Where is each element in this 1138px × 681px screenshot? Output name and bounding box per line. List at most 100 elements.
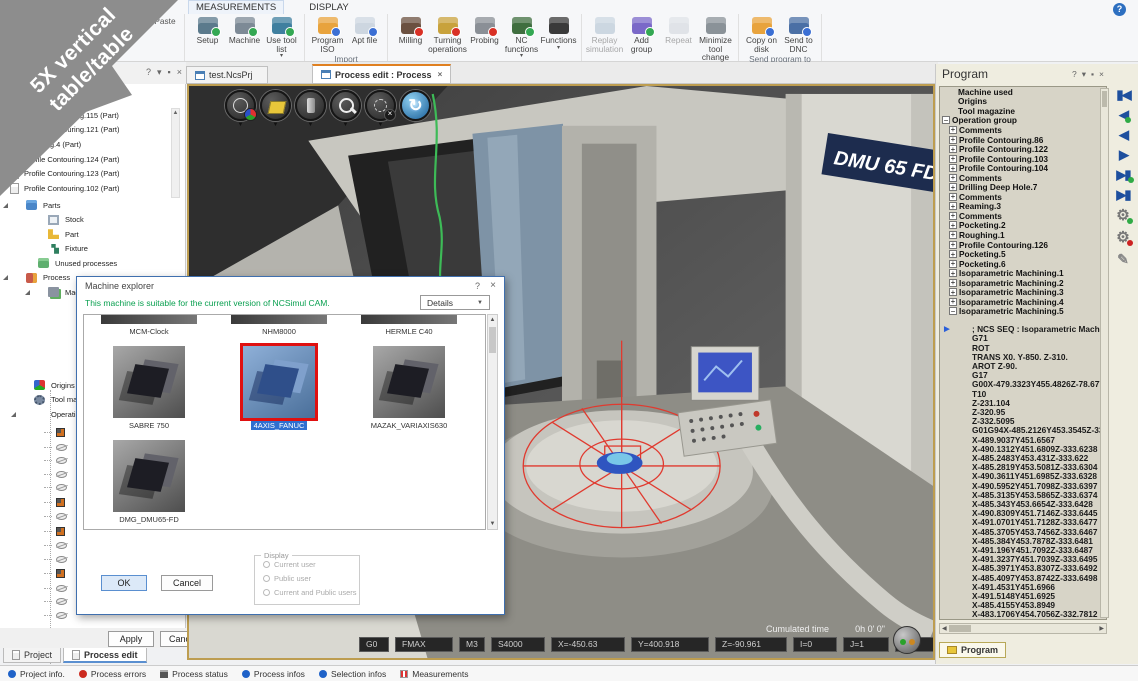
radio-icon[interactable]	[263, 561, 270, 568]
machine-list-scrollbar[interactable]: ▲ ▼	[487, 314, 498, 530]
ribbon-button[interactable]: Use tool list▾	[263, 15, 300, 60]
panel-control-icon[interactable]: ×	[1099, 69, 1104, 80]
scroll-up-icon[interactable]: ▲	[488, 315, 497, 325]
status-bar-item[interactable]: Selection infos	[319, 669, 386, 679]
expander-icon[interactable]	[949, 164, 957, 172]
operation-node[interactable]	[44, 484, 67, 491]
ribbon-button[interactable]: Probing	[466, 15, 503, 60]
operation-node[interactable]	[44, 598, 67, 605]
radio-icon[interactable]	[263, 589, 270, 596]
apply-button[interactable]: Apply	[108, 631, 154, 647]
zoom-icon[interactable]	[330, 90, 361, 121]
program-tree-item[interactable]: Operation group	[940, 116, 1106, 126]
program-tree-item[interactable]: Tool magazine	[940, 106, 1106, 116]
program-tree-item[interactable]: Isoparametric Machining.3	[940, 287, 1106, 297]
radio-icon[interactable]	[263, 575, 270, 582]
operation-node[interactable]	[44, 444, 67, 451]
program-tree-item[interactable]: Reaming.3	[940, 202, 1106, 212]
stock-icon[interactable]	[260, 90, 291, 121]
program-tree-item[interactable]: Origins	[940, 97, 1106, 107]
document-tab[interactable]: Process edit : Process ×	[312, 64, 451, 84]
program-tree-item[interactable]: Profile Contouring.104	[940, 163, 1106, 173]
panel-control-icon[interactable]: ▾	[157, 67, 162, 78]
program-tree-item[interactable]: Isoparametric Machining.2	[940, 278, 1106, 288]
program-tree-item[interactable]: Profile Contouring.126	[940, 240, 1106, 250]
go-first-icon[interactable]: ▮◀	[1116, 88, 1129, 101]
operation-list-item[interactable]: Profile Contouring.123 (Part)	[10, 166, 172, 181]
operation-node[interactable]	[44, 471, 67, 478]
program-tree-item[interactable]: Roughing.1	[940, 230, 1106, 240]
operation-node[interactable]	[44, 428, 67, 437]
tree-item[interactable]: Part	[0, 227, 186, 242]
tool-icon[interactable]	[295, 90, 326, 121]
machine-item[interactable]: MCM-Clock	[101, 315, 197, 336]
expander-icon[interactable]	[3, 275, 12, 280]
expander-icon[interactable]	[25, 290, 34, 295]
ribbon-button[interactable]: Apt file	[346, 15, 383, 53]
ribbon-button[interactable]: Send to DNC	[780, 15, 817, 53]
scroll-left-icon[interactable]: ◀	[942, 625, 947, 633]
ribbon-button[interactable]: Minimize tool change	[697, 15, 734, 62]
panel-control-icon[interactable]: ▾	[1082, 69, 1086, 80]
program-tree-item[interactable]: Isoparametric Machining.5	[940, 307, 1106, 317]
gcode-listing[interactable]: ; NCS SEQ : Isoparametric MachiniG71ROTT…	[940, 325, 1106, 620]
expander-icon[interactable]	[942, 116, 950, 124]
scroll-right-icon[interactable]: ▶	[1099, 625, 1104, 633]
dialog-close-icon[interactable]: ×	[490, 280, 496, 291]
machine-item[interactable]: NHM8000	[231, 315, 327, 336]
ribbon-button[interactable]: Functions▾	[540, 15, 577, 60]
ribbon-button[interactable]: Milling	[392, 15, 429, 60]
program-tree-item[interactable]: Isoparametric Machining.4	[940, 297, 1106, 307]
radio-option[interactable]: Public user	[263, 572, 359, 584]
ribbon-button[interactable]: Turning operations	[429, 15, 466, 60]
rotate-icon[interactable]	[400, 90, 431, 121]
expander-icon[interactable]	[949, 126, 957, 134]
expander-icon[interactable]	[949, 202, 957, 210]
panel-control-icon[interactable]: ▪	[1091, 69, 1094, 80]
expander-icon[interactable]	[949, 231, 957, 239]
expander-icon[interactable]	[949, 221, 957, 229]
expander-icon[interactable]	[949, 260, 957, 268]
display-mode-icon[interactable]	[225, 90, 256, 121]
program-tree-item[interactable]: Comments	[940, 173, 1106, 183]
ribbon-button[interactable]: Replay simulation	[586, 15, 623, 62]
operation-node[interactable]	[44, 542, 67, 549]
expander-icon[interactable]	[949, 288, 957, 296]
operation-node[interactable]	[44, 457, 67, 464]
expander-icon[interactable]	[949, 269, 957, 277]
ribbon-tab-measurements[interactable]: MEASUREMENTS	[188, 0, 284, 14]
panel-tab[interactable]: Process edit	[63, 648, 147, 663]
tree-item[interactable]: Unused processes	[0, 256, 186, 271]
program-tree-item[interactable]: Profile Contouring.103	[940, 154, 1106, 164]
program-tree-item[interactable]: Pocketing.2	[940, 221, 1106, 231]
play-backward-icon[interactable]: ◀	[1119, 128, 1127, 141]
go-last-icon[interactable]: ▶▮	[1116, 188, 1129, 201]
panel-tab[interactable]: Project	[3, 648, 61, 663]
operation-node[interactable]	[44, 569, 67, 578]
tool-add-icon[interactable]: ⚙	[1116, 208, 1129, 223]
status-bar-item[interactable]: Measurements	[400, 669, 468, 679]
ribbon-button[interactable]: Machine	[226, 15, 263, 60]
machine-item[interactable]: HERMLE C40	[361, 315, 457, 336]
machine-item[interactable]: 4AXIS_FANUC	[243, 346, 315, 430]
expander-icon[interactable]	[949, 279, 957, 287]
program-tree-item[interactable]: Drilling Deep Hole.7	[940, 182, 1106, 192]
ribbon-button[interactable]: Setup	[189, 15, 226, 60]
expander-icon[interactable]	[949, 250, 957, 258]
tree-item[interactable]: Fixture	[0, 242, 186, 257]
expander-icon[interactable]	[949, 174, 957, 182]
program-tree-item[interactable]: Pocketing.6	[940, 259, 1106, 269]
program-tree-item[interactable]: Pocketing.5	[940, 249, 1106, 259]
machine-item[interactable]: MAZAK_VARIAXIS630	[368, 346, 451, 430]
expander-icon[interactable]	[949, 298, 957, 306]
panel-control-icon[interactable]: ▪	[168, 67, 171, 78]
operation-node[interactable]	[44, 585, 67, 592]
close-icon[interactable]: ×	[438, 70, 443, 79]
scroll-thumb[interactable]	[949, 625, 971, 632]
program-tree-item[interactable]: Profile Contouring.122	[940, 144, 1106, 154]
operation-list-item[interactable]: Profile Contouring.102 (Part)	[10, 181, 172, 196]
machine-state-icon[interactable]	[893, 626, 921, 654]
program-tree-item[interactable]: Comments	[940, 125, 1106, 135]
expander-icon[interactable]	[949, 212, 957, 220]
status-bar-item[interactable]: Process errors	[79, 669, 146, 679]
